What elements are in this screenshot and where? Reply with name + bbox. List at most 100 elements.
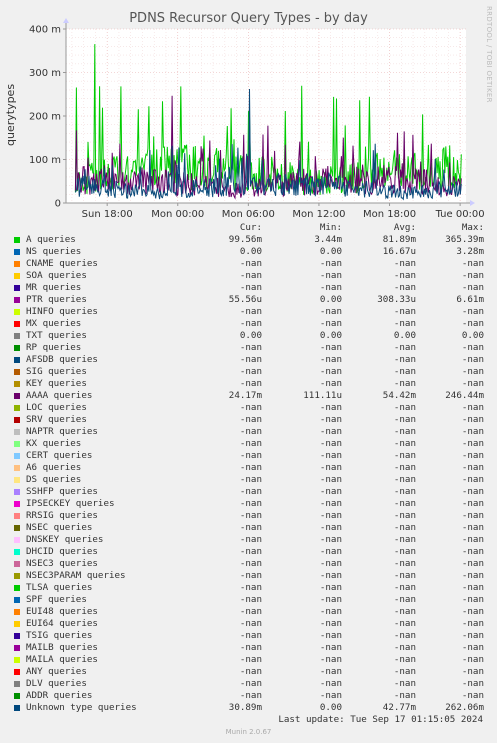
legend-value-min: -nan [319, 582, 342, 593]
legend-value-min: -nan [319, 426, 342, 437]
legend-row: ADDR queries -nan -nan -nan -nan [0, 690, 497, 702]
x-tick-label: Tue 00:00 [435, 209, 485, 220]
legend-value-min: -nan [319, 258, 342, 269]
legend-value-min: -nan [319, 522, 342, 533]
legend-value-cur: -nan [239, 318, 262, 329]
legend-value-max: -nan [461, 642, 484, 653]
legend-swatch [14, 669, 20, 675]
legend-value-max: -nan [461, 438, 484, 449]
legend-value-min: 3.44m [314, 234, 342, 245]
legend-series-name: SOA queries [26, 270, 87, 281]
legend-swatch [14, 261, 20, 267]
legend-series-name: NSEC queries [26, 522, 93, 533]
legend-series-name: RP queries [26, 342, 82, 353]
legend-value-cur: -nan [239, 474, 262, 485]
legend-value-cur: -nan [239, 270, 262, 281]
legend-value-min: -nan [319, 558, 342, 569]
legend-series-name: ANY queries [26, 666, 87, 677]
legend-value-max: 3.28m [456, 246, 484, 257]
legend-series-name: DNSKEY queries [26, 534, 104, 545]
legend-value-min: -nan [319, 438, 342, 449]
legend-value-cur: -nan [239, 630, 262, 641]
legend-swatch [14, 561, 20, 567]
legend-value-cur: 99.56m [228, 234, 262, 245]
legend-value-min: 0.00 [319, 702, 342, 713]
legend-row: CERT queries -nan -nan -nan -nan [0, 450, 497, 462]
legend-row: SOA queries -nan -nan -nan -nan [0, 270, 497, 282]
legend-value-max: -nan [461, 498, 484, 509]
legend-swatch [14, 525, 20, 531]
legend-series-name: HINFO queries [26, 306, 98, 317]
legend-series-name: NSEC3 queries [26, 558, 98, 569]
legend-swatch [14, 693, 20, 699]
legend-value-max: -nan [461, 318, 484, 329]
legend-swatch [14, 429, 20, 435]
legend-value-cur: -nan [239, 690, 262, 701]
legend-series-name: SSHFP queries [26, 486, 98, 497]
legend-value-max: -nan [461, 462, 484, 473]
legend-series-name: NAPTR queries [26, 426, 98, 437]
legend-swatch [14, 405, 20, 411]
legend-row: MAILB queries -nan -nan -nan -nan [0, 642, 497, 654]
legend-row: HINFO queries -nan -nan -nan -nan [0, 306, 497, 318]
legend-value-cur: -nan [239, 546, 262, 557]
legend-series-name: SPF queries [26, 594, 87, 605]
legend-value-cur: -nan [239, 378, 262, 389]
legend-value-max: -nan [461, 450, 484, 461]
legend-value-max: -nan [461, 522, 484, 533]
legend-value-cur: -nan [239, 570, 262, 581]
legend-value-cur: -nan [239, 306, 262, 317]
legend-value-max: 262.06m [445, 702, 484, 713]
x-tick-label: Mon 12:00 [292, 209, 345, 220]
legend-value-cur: -nan [239, 618, 262, 629]
legend-row: PTR queries 55.56u 0.00 308.33u 6.61m [0, 294, 497, 306]
legend-value-min: -nan [319, 342, 342, 353]
legend-series-name: MAILA queries [26, 654, 98, 665]
legend-value-cur: 0.00 [239, 246, 262, 257]
legend-row: A6 queries -nan -nan -nan -nan [0, 462, 497, 474]
legend-value-max: -nan [461, 594, 484, 605]
legend-series-name: DLV queries [26, 678, 87, 689]
legend-row: DLV queries -nan -nan -nan -nan [0, 678, 497, 690]
legend-value-min: -nan [319, 534, 342, 545]
legend-swatch [14, 249, 20, 255]
legend-value-max: -nan [461, 582, 484, 593]
legend-swatch [14, 237, 20, 243]
legend-series-name: TSIG queries [26, 630, 93, 641]
legend-value-max: 246.44m [445, 390, 484, 401]
legend-value-cur: 0.00 [239, 330, 262, 341]
legend-row: NSEC queries -nan -nan -nan -nan [0, 522, 497, 534]
legend-row: SSHFP queries -nan -nan -nan -nan [0, 486, 497, 498]
legend-series-name: SRV queries [26, 414, 87, 425]
x-tick-label: Sun 18:00 [82, 209, 133, 220]
x-axis-arrow [470, 200, 475, 206]
x-tick-label: Mon 18:00 [363, 209, 416, 220]
legend-header: Cur: Min: Avg: Max: [0, 222, 497, 234]
legend-value-max: 6.61m [456, 294, 484, 305]
legend-value-min: -nan [319, 486, 342, 497]
legend-value-cur: -nan [239, 606, 262, 617]
legend-row: SIG queries -nan -nan -nan -nan [0, 366, 497, 378]
legend-series-name: NS queries [26, 246, 82, 257]
legend-value-cur: -nan [239, 426, 262, 437]
y-axis-arrow [63, 18, 69, 23]
legend-row: AFSDB queries -nan -nan -nan -nan [0, 354, 497, 366]
legend-row: NAPTR queries -nan -nan -nan -nan [0, 426, 497, 438]
legend-value-max: -nan [461, 426, 484, 437]
legend-value-min: 0.00 [319, 294, 342, 305]
legend-row: RRSIG queries -nan -nan -nan -nan [0, 510, 497, 522]
legend-row: ANY queries -nan -nan -nan -nan [0, 666, 497, 678]
chart-plot: 0 100 m 200 m 300 m 400 m Sun 18:00 Mon 00:00 M… [29, 18, 485, 220]
legend-swatch [14, 513, 20, 519]
legend-swatch [14, 285, 20, 291]
legend-value-max: -nan [461, 534, 484, 545]
legend-value-min: -nan [319, 678, 342, 689]
x-tick-label: Mon 06:00 [222, 209, 275, 220]
legend-value-cur: -nan [239, 678, 262, 689]
legend-value-max: -nan [461, 342, 484, 353]
legend-value-min: 0.00 [319, 330, 342, 341]
legend-swatch [14, 357, 20, 363]
legend-swatch [14, 477, 20, 483]
legend-value-min: -nan [319, 366, 342, 377]
legend-row: RP queries -nan -nan -nan -nan [0, 342, 497, 354]
